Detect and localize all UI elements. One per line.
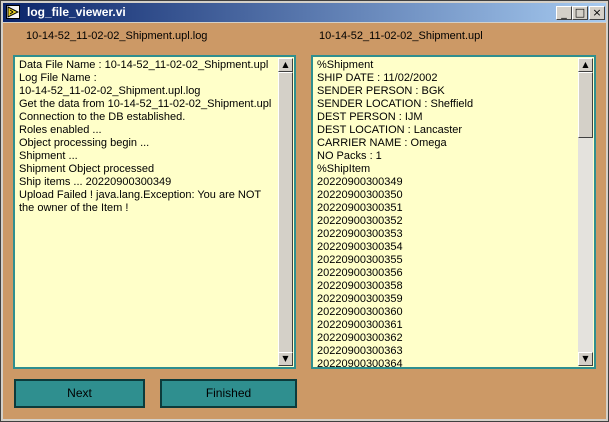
text-line: Object processing begin ...: [19, 137, 150, 149]
text-line: 20220900300354: [317, 241, 403, 253]
text-line: 20220900300349: [317, 176, 403, 188]
close-button[interactable]: ×: [589, 6, 605, 20]
text-line: SHIP DATE : 11/02/2002: [317, 72, 438, 84]
window-title: log_file_viewer.vi: [27, 5, 126, 19]
text-line: 20220900300355: [317, 254, 403, 266]
upload-scrollbar[interactable]: ▲ ▼: [578, 58, 593, 366]
front-panel: 10-14-52_11-02-02_Shipment.upl.log 10-14…: [3, 23, 606, 419]
text-line: 20220900300351: [317, 202, 403, 214]
scroll-thumb[interactable]: [578, 72, 593, 138]
text-line: 20220900300361: [317, 319, 403, 331]
text-line: Connection to the DB established.: [19, 111, 186, 123]
upload-file-display[interactable]: %Shipment SHIP DATE : 11/02/2002 SENDER PE…: [311, 55, 596, 369]
scroll-down-arrow-icon[interactable]: ▼: [578, 352, 593, 366]
scroll-down-arrow-icon[interactable]: ▼: [278, 352, 293, 366]
text-line: SENDER PERSON : BGK: [317, 85, 445, 97]
next-button[interactable]: Next: [14, 379, 145, 408]
text-line: Shipment Object processed: [19, 163, 155, 175]
text-line: 20220900300363: [317, 345, 403, 357]
title-bar[interactable]: log_file_viewer.vi _ □ ×: [3, 3, 606, 22]
text-line: SENDER LOCATION : Sheffield: [317, 98, 474, 110]
text-line: DEST LOCATION : Lancaster: [317, 124, 463, 136]
scroll-track[interactable]: [578, 138, 593, 352]
text-line: Ship items ... 20220900300349: [19, 176, 172, 188]
text-line: 20220900300353: [317, 228, 403, 240]
log-text-display[interactable]: Data File Name : 10-14-52_11-02-02_Shipm…: [13, 55, 296, 369]
text-line: NO Packs : 1: [317, 150, 382, 162]
text-line: 20220900300358: [317, 280, 403, 292]
text-line: the owner of the Item !: [19, 202, 129, 214]
minimize-button[interactable]: _: [556, 6, 572, 20]
upload-file-content: %Shipment SHIP DATE : 11/02/2002 SENDER PE…: [317, 59, 574, 367]
text-line: Data File Name : 10-14-52_11-02-02_Shipm…: [19, 59, 269, 71]
text-line: 20220900300356: [317, 267, 403, 279]
text-line: DEST PERSON : IJM: [317, 111, 423, 123]
text-line: 20220900300350: [317, 189, 403, 201]
scroll-thumb[interactable]: [278, 72, 293, 354]
text-line: 20220900300360: [317, 306, 403, 318]
log-text-content: Data File Name : 10-14-52_11-02-02_Shipm…: [19, 59, 274, 367]
text-line: 10-14-52_11-02-02_Shipment.upl.log: [19, 85, 201, 97]
text-line: %Shipment: [317, 59, 374, 71]
scroll-up-arrow-icon[interactable]: ▲: [578, 58, 593, 72]
upload-file-label: 10-14-52_11-02-02_Shipment.upl: [319, 30, 483, 42]
log-file-label: 10-14-52_11-02-02_Shipment.upl.log: [26, 30, 208, 42]
text-line: 20220900300359: [317, 293, 403, 305]
text-line: Upload Failed ! java.lang.Exception: You…: [19, 189, 262, 201]
text-line: CARRIER NAME : Omega: [317, 137, 447, 149]
scroll-up-arrow-icon[interactable]: ▲: [278, 58, 293, 72]
finished-button[interactable]: Finished: [160, 379, 297, 408]
text-line: 20220900300362: [317, 332, 403, 344]
text-line: Log File Name :: [19, 72, 97, 84]
log-scrollbar[interactable]: ▲ ▼: [278, 58, 293, 366]
text-line: 20220900300364: [317, 358, 403, 367]
text-line: Roles enabled ...: [19, 124, 102, 136]
text-line: 20220900300352: [317, 215, 403, 227]
text-line: Get the data from 10-14-52_11-02-02_Ship…: [19, 98, 272, 110]
text-line: %ShipItem: [317, 163, 371, 175]
application-window: log_file_viewer.vi _ □ × 10-14-52_11-02-…: [0, 0, 609, 422]
labview-vi-icon[interactable]: [6, 5, 20, 19]
text-line: Shipment ...: [19, 150, 78, 162]
maximize-button[interactable]: □: [572, 6, 588, 20]
